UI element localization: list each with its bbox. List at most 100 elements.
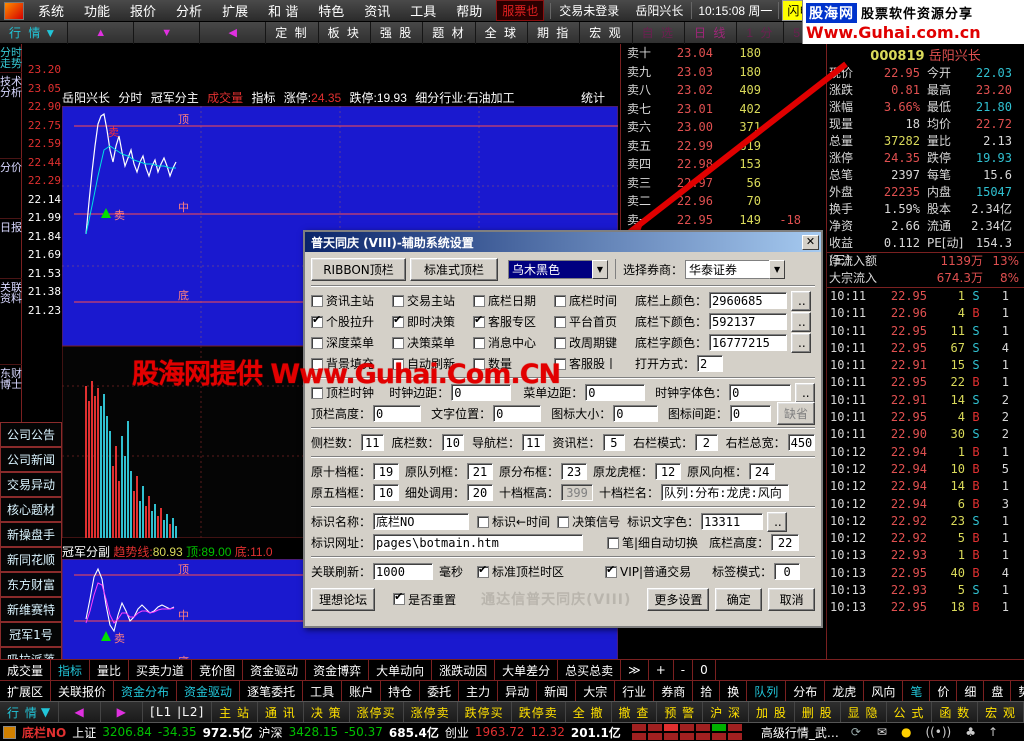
barB-item-7[interactable]: 持仓 — [381, 680, 421, 702]
barB-item-6[interactable]: 账户 — [342, 680, 382, 702]
barB-item-8[interactable]: 委托 — [420, 680, 460, 702]
btn-trade-anomaly[interactable]: 交易异动 — [0, 472, 62, 497]
menu-item-feature[interactable]: 特色 — [308, 0, 354, 22]
toolbar-quote-label[interactable]: 行 情 ▼ — [0, 21, 69, 44]
sidebar-item-related-data[interactable]: 关联资料 — [0, 279, 22, 365]
toolbar-futures-index-button[interactable]: 期 指 — [528, 21, 581, 44]
tick-row[interactable]: 10:11 22.96 4 B 1 — [827, 305, 1024, 322]
tick-row[interactable]: 10:13 22.95 18 B 1 — [827, 599, 1024, 616]
checkbox-box[interactable] — [311, 313, 323, 328]
checkbox-box[interactable] — [311, 336, 323, 349]
right-width-input[interactable]: 450 — [787, 434, 816, 451]
standard-topbar-button[interactable]: 标准式顶栏 — [410, 257, 498, 281]
sidebar-item-technical[interactable]: 技术分析 — [0, 73, 22, 159]
barB-item-24[interactable]: 盘 — [984, 680, 1012, 702]
barB-item-4[interactable]: 逐笔委托 — [240, 680, 304, 702]
tick-row[interactable]: 10:11 22.95 22 B 1 — [827, 374, 1024, 391]
barA-item-2[interactable]: 量比 — [90, 659, 130, 681]
dialog-titlebar[interactable]: 普天同庆 (VIII)-辅助系统设置 ✕ — [305, 232, 821, 252]
barA-item-0[interactable]: 成交量 — [0, 659, 52, 681]
tick-row[interactable]: 10:11 22.90 30 S 2 — [827, 426, 1024, 443]
level-indicator[interactable]: [L1 |L2] — [143, 701, 213, 723]
btn-new-trader[interactable]: 新操盘手 — [0, 522, 62, 547]
barB-item-13[interactable]: 行业 — [615, 680, 655, 702]
clock-color-picker-button[interactable]: .. — [794, 382, 815, 403]
barA-item-6[interactable]: 资金博弈 — [306, 659, 370, 681]
barB-item-22[interactable]: 价 — [930, 680, 958, 702]
statistics-button[interactable]: 统计 — [581, 91, 605, 105]
icon-gap-input[interactable]: 0 — [729, 405, 771, 422]
order-book-row[interactable]: 卖九 23.03 180 — [621, 63, 825, 82]
barC-item-10[interactable]: 沪 深 — [703, 701, 750, 723]
checkbox-stock-rise[interactable]: 个股拉升 — [311, 313, 385, 330]
checkbox-box[interactable] — [554, 315, 566, 328]
color-text-picker-button[interactable]: .. — [791, 332, 812, 353]
chevron-down-icon[interactable]: ▼ — [592, 259, 608, 279]
tag-mode-input[interactable]: 0 — [774, 563, 801, 580]
barA-item-10[interactable]: 总买总卖 — [558, 659, 622, 681]
color-top-picker-button[interactable]: .. — [791, 290, 812, 311]
checkbox-bottombar-time[interactable]: 底栏时间 — [554, 292, 628, 309]
barC-item-0[interactable]: 主 站 — [212, 701, 258, 723]
menu-item-stock-tab[interactable]: 服票也 — [496, 0, 545, 21]
fine-call-input[interactable]: 20 — [467, 484, 494, 501]
sidebar-item-price-distribution[interactable]: 分价 — [0, 159, 22, 219]
toolbar-custom-button[interactable]: 定 制 — [266, 21, 319, 44]
barB-item-3[interactable]: 资金驱动 — [177, 680, 241, 702]
barC-prev-button[interactable]: ◀ — [59, 701, 102, 723]
settings-dialog[interactable]: 普天同庆 (VIII)-辅助系统设置 ✕ RIBBON顶栏 标准式顶栏 乌木黑色… — [303, 230, 823, 628]
orig10-input[interactable]: 19 — [373, 463, 400, 480]
tick-row[interactable]: 10:12 22.94 6 B 3 — [827, 496, 1024, 513]
barB-item-12[interactable]: 大宗 — [576, 680, 616, 702]
signal-icon[interactable]: ((•)) — [922, 725, 954, 739]
barC-item-4[interactable]: 涨停卖 — [404, 701, 458, 723]
chart-volume-label[interactable]: 成交量 — [207, 91, 243, 105]
checkbox-message-center[interactable]: 消息中心 — [473, 334, 547, 351]
btn-company-announcement[interactable]: 公司公告 — [0, 422, 62, 447]
broker-select[interactable]: 华泰证券 ▼ — [685, 259, 786, 279]
toolbar-1min-button[interactable]: 1 分 — [737, 21, 785, 44]
checkbox-box[interactable] — [557, 515, 570, 528]
sidebar-item-intraday[interactable]: 分时走势 — [0, 44, 22, 73]
forum-button[interactable]: 理想论坛 — [311, 587, 376, 611]
checkbox-service-zone[interactable]: 客服专区 — [473, 313, 547, 330]
tick-row[interactable]: 10:11 22.95 11 S 1 — [827, 323, 1024, 340]
menu-item-quote[interactable]: 报价 — [120, 0, 166, 22]
checkbox-decision-menu[interactable]: 决策菜单 — [392, 334, 466, 351]
mark-url-input[interactable]: pages\botmain.htm — [373, 534, 584, 551]
toolbar-theme-button[interactable]: 题 材 — [423, 21, 476, 44]
tick-row[interactable]: 10:13 22.95 40 B 4 — [827, 565, 1024, 582]
chart-indicator-label[interactable]: 指标 — [251, 91, 275, 105]
barC-item-16[interactable]: 宏 观 — [978, 701, 1024, 723]
barB-item-18[interactable]: 分布 — [786, 680, 826, 702]
tick-row[interactable]: 10:13 22.93 5 S 1 — [827, 582, 1024, 599]
toolbar-strong-stock-button[interactable]: 强 股 — [371, 21, 424, 44]
barA-item-14[interactable]: 0 — [693, 659, 716, 681]
orig5-input[interactable]: 10 — [373, 484, 400, 501]
checkbox-box[interactable] — [477, 515, 490, 528]
barC-item-14[interactable]: 公 式 — [887, 701, 933, 723]
theme-select[interactable]: 乌木黑色 ▼ — [508, 259, 608, 279]
tick-row[interactable]: 10:11 22.91 15 S 1 — [827, 357, 1024, 374]
btn-eastmoney[interactable]: 东方财富 — [0, 572, 62, 597]
news-count-input[interactable]: 5 — [602, 434, 626, 451]
cancel-button[interactable]: 取消 — [768, 587, 815, 611]
checkbox-bottombar-date[interactable]: 底栏日期 — [473, 292, 547, 309]
barB-item-5[interactable]: 工具 — [303, 680, 343, 702]
barB-item-21[interactable]: 笔 — [903, 680, 931, 702]
refresh-input[interactable]: 1000 — [373, 563, 434, 580]
mark-color-picker-button[interactable]: .. — [767, 511, 788, 532]
checkbox-box[interactable] — [554, 294, 566, 307]
up-arrow-icon[interactable]: ↑ — [985, 725, 1001, 739]
tick-row[interactable]: 10:12 22.94 10 B 5 — [827, 461, 1024, 478]
checkbox-box[interactable] — [392, 336, 404, 349]
close-icon[interactable]: ✕ — [802, 234, 819, 250]
barB-item-1[interactable]: 关联报价 — [51, 680, 115, 702]
barC-item-3[interactable]: 涨停买 — [350, 701, 404, 723]
checkbox-standard-timezone[interactable]: 标准顶栏时区 — [477, 563, 564, 580]
menu-item-extend[interactable]: 扩展 — [212, 0, 258, 22]
checkbox-vip-trade[interactable]: VIP|普通交易 — [605, 563, 691, 580]
menu-margin-input[interactable]: 0 — [585, 384, 646, 401]
icon-size-input[interactable]: 0 — [613, 405, 658, 422]
side-count-input[interactable]: 11 — [361, 434, 384, 451]
